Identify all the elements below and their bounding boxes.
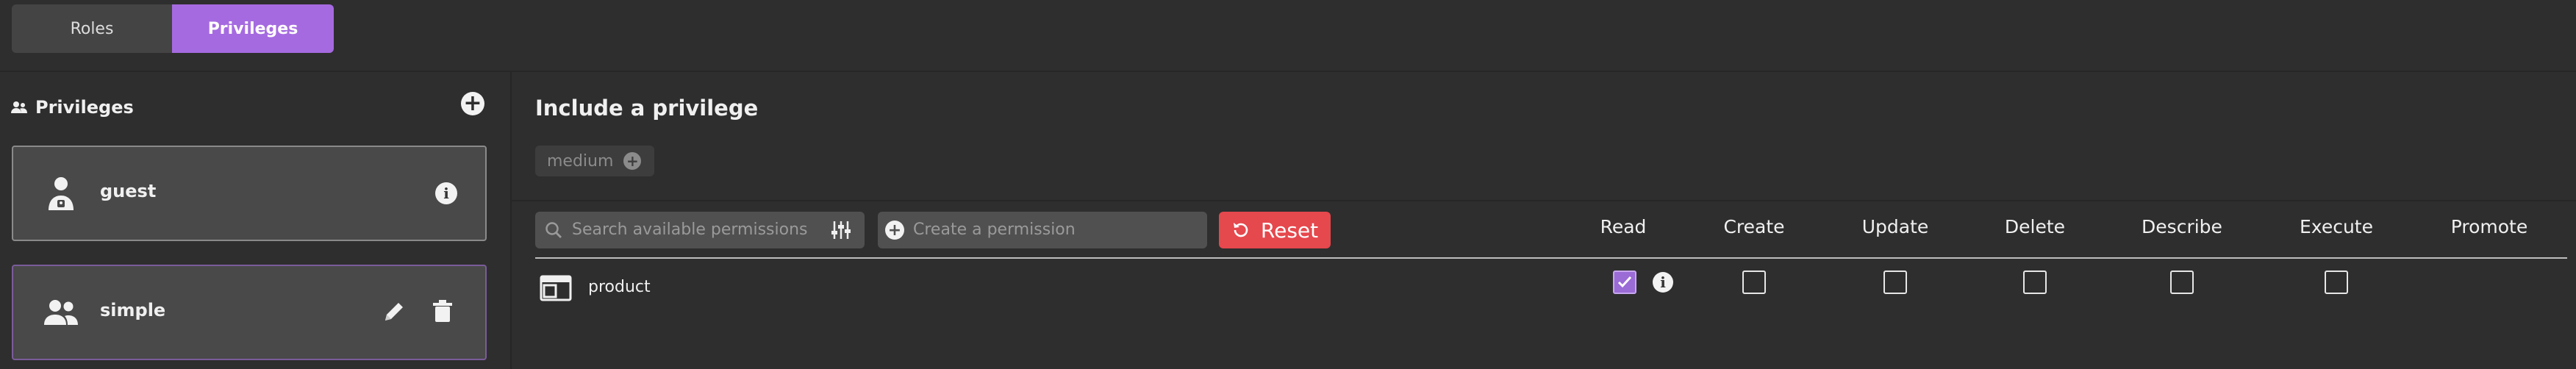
plus-circle-icon[interactable]: + [885,221,904,240]
search-placeholder: Search available permissions [572,221,808,239]
describe-checkbox[interactable] [2170,271,2194,294]
plus-circle-icon: + [463,90,482,116]
plus-circle-icon[interactable]: + [623,152,642,170]
info-icon[interactable]: i [435,182,457,204]
column-header-update: Update [1861,216,1929,237]
delete-checkbox[interactable] [2023,271,2047,294]
create-checkbox[interactable] [1742,271,1766,294]
top-bar: Roles Privileges [0,0,2576,72]
column-header-promote: Promote [2450,216,2528,237]
users-icon [44,300,78,325]
column-header-execute: Execute [2300,216,2373,237]
row-label: product [588,278,651,296]
privilege-card-simple[interactable]: simple [12,265,487,360]
sidebar-header: Privileges [10,93,134,122]
check-icon [1617,276,1632,288]
refresh-icon [1233,223,1248,237]
sidebar-title: Privileges [35,97,134,118]
info-icon[interactable]: i [1653,272,1673,293]
privilege-name: guest [100,181,157,201]
users-icon [11,101,27,113]
search-icon [545,222,562,238]
chip-label: medium [547,151,614,171]
reset-button[interactable]: Reset [1219,212,1331,248]
privilege-card-guest[interactable]: guest i [12,146,487,241]
user-badge-icon [49,177,74,210]
trash-icon[interactable] [429,298,456,325]
column-header-delete: Delete [2004,216,2066,237]
column-header-read: Read [1600,216,1647,237]
divider [512,200,2576,201]
column-header-create: Create [1723,216,1785,237]
tab-roles[interactable]: Roles [12,4,172,53]
privilege-chip-medium[interactable]: medium + [535,146,654,176]
create-placeholder: Create a permission [913,221,1076,239]
view-toggle: Roles Privileges [12,4,334,53]
update-checkbox[interactable] [1883,271,1907,294]
create-permission-input[interactable]: + Create a permission [878,212,1207,248]
column-header-describe: Describe [2142,216,2222,237]
table-header-line [535,257,2567,259]
tab-privileges[interactable]: Privileges [172,4,334,53]
page-title: Include a privilege [535,96,759,121]
reset-label: Reset [1260,218,1319,243]
table-layout-icon [540,275,572,301]
execute-checkbox[interactable] [2325,271,2348,294]
read-checkbox[interactable] [1613,271,1636,294]
privileges-sidebar: Privileges + guest i simple [0,72,512,369]
add-privilege-button[interactable]: + [461,92,484,115]
privilege-name: simple [100,300,166,320]
sliders-icon[interactable] [829,218,853,242]
search-permissions-input[interactable]: Search available permissions [535,212,865,248]
edit-icon[interactable] [381,298,407,325]
privilege-editor: Include a privilege medium + Search avai… [512,72,2576,369]
